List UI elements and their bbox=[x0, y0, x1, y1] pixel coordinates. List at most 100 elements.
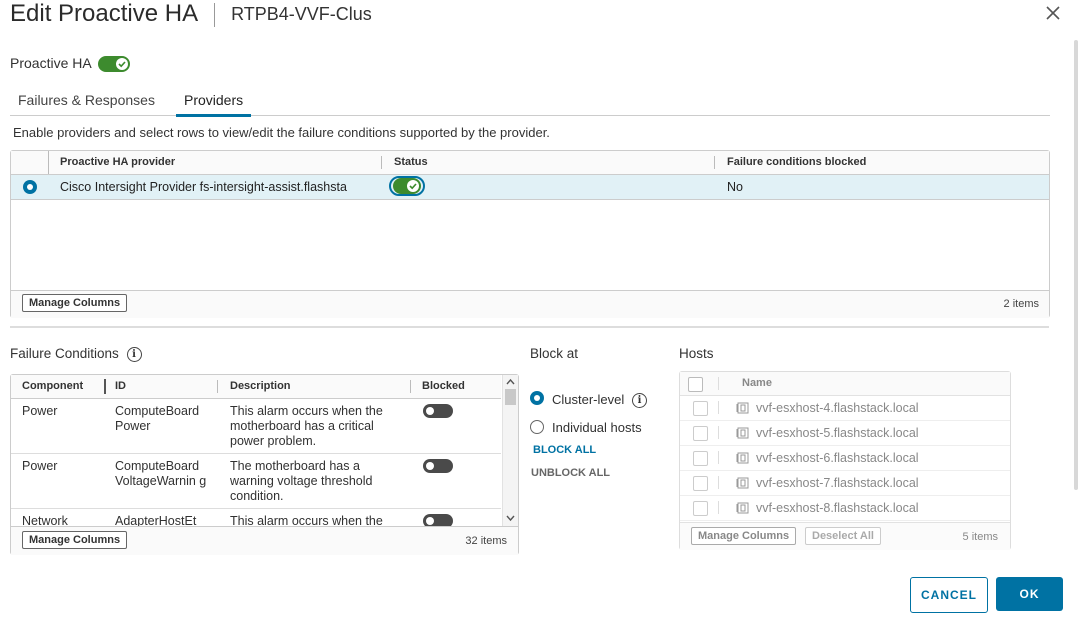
failure-description: This alarm occurs when the motherboard h… bbox=[230, 404, 383, 448]
toggle-knob bbox=[426, 462, 434, 470]
failure-conditions-scrollbar[interactable] bbox=[502, 375, 518, 526]
column-separator bbox=[718, 377, 719, 390]
close-button[interactable] bbox=[1042, 2, 1064, 24]
proactive-ha-toggle[interactable] bbox=[97, 56, 130, 73]
dialog-title: Edit Proactive HA RTPB4-VVF-Clus bbox=[10, 0, 372, 28]
table-row[interactable]: vvf-esxhost-7.flashstack.local bbox=[680, 471, 1010, 496]
column-separator bbox=[718, 476, 719, 489]
providers-grid-footer: Manage Columns 2 items bbox=[11, 290, 1049, 318]
title-separator bbox=[214, 2, 216, 27]
close-icon bbox=[1046, 6, 1060, 20]
scroll-down-icon[interactable] bbox=[506, 515, 515, 522]
column-failure-conditions-blocked[interactable]: Failure conditions blocked bbox=[727, 156, 866, 168]
table-row[interactable]: vvf-esxhost-5.flashstack.local bbox=[680, 421, 1010, 446]
scroll-thumb[interactable] bbox=[505, 389, 516, 405]
failure-id: ComputeBoard Power bbox=[115, 404, 200, 433]
ok-button[interactable]: OK bbox=[996, 577, 1063, 611]
proactive-ha-row: Proactive HA bbox=[10, 55, 130, 73]
tab-failures-responses[interactable]: Failures & Responses bbox=[18, 92, 155, 114]
host-name: vvf-esxhost-4.flashstack.local bbox=[756, 401, 919, 415]
cancel-button[interactable]: CANCEL bbox=[910, 577, 988, 613]
manage-columns-button[interactable]: Manage Columns bbox=[691, 527, 797, 545]
failure-component: Power bbox=[22, 459, 58, 473]
proactive-ha-label: Proactive HA bbox=[10, 55, 91, 71]
column-separator bbox=[718, 401, 719, 414]
column-name[interactable]: Name bbox=[742, 377, 772, 389]
check-icon bbox=[409, 183, 417, 190]
provider-row-radio[interactable] bbox=[23, 180, 37, 194]
failure-conditions-grid: Component ID Description Blocked Power C… bbox=[10, 374, 519, 555]
individual-hosts-radio[interactable] bbox=[530, 420, 544, 434]
block-all-link[interactable]: BLOCK ALL bbox=[533, 444, 596, 456]
dialog-scroll-thumb[interactable] bbox=[1074, 40, 1078, 490]
table-row[interactable]: Network AdapterHostEt This alarm occurs … bbox=[11, 509, 501, 526]
host-checkbox[interactable] bbox=[693, 451, 708, 466]
failure-blocked-toggle[interactable] bbox=[423, 404, 453, 418]
providers-grid-header: Proactive HA provider Status Failure con… bbox=[11, 151, 1049, 175]
provider-blocked-value: No bbox=[727, 180, 743, 194]
dialog-scrollbar[interactable] bbox=[1073, 30, 1079, 576]
failure-blocked-toggle[interactable] bbox=[423, 459, 453, 473]
cluster-level-radio[interactable] bbox=[530, 391, 544, 405]
host-icon bbox=[736, 402, 749, 414]
toggle-knob bbox=[426, 407, 434, 415]
deselect-all-button[interactable]: Deselect All bbox=[805, 527, 881, 545]
column-separator bbox=[410, 380, 411, 393]
section-divider bbox=[10, 326, 1049, 328]
unblock-all-link[interactable]: UNBLOCK ALL bbox=[531, 467, 610, 479]
failure-conditions-heading: Failure Conditions i bbox=[10, 346, 142, 362]
host-checkbox[interactable] bbox=[693, 476, 708, 491]
column-id[interactable]: ID bbox=[115, 380, 126, 392]
table-row[interactable]: Power ComputeBoard Power This alarm occu… bbox=[11, 399, 501, 454]
host-checkbox[interactable] bbox=[693, 426, 708, 441]
column-separator bbox=[48, 151, 49, 174]
providers-count: 2 items bbox=[1003, 298, 1039, 310]
column-description[interactable]: Description bbox=[230, 380, 291, 392]
info-icon[interactable]: i bbox=[632, 393, 647, 408]
host-checkbox[interactable] bbox=[693, 401, 708, 416]
table-row[interactable]: vvf-esxhost-4.flashstack.local bbox=[680, 396, 1010, 421]
table-row[interactable]: Power ComputeBoard VoltageWarnin g The m… bbox=[11, 454, 501, 509]
failure-description: The motherboard has a warning voltage th… bbox=[230, 459, 373, 503]
toggle-knob bbox=[407, 180, 419, 192]
hosts-grid-footer: Manage Columns Deselect All 5 items bbox=[680, 522, 1010, 550]
host-icon bbox=[736, 502, 749, 514]
scroll-up-icon[interactable] bbox=[506, 378, 515, 385]
host-name: vvf-esxhost-6.flashstack.local bbox=[756, 451, 919, 465]
column-blocked[interactable]: Blocked bbox=[422, 380, 465, 392]
column-status[interactable]: Status bbox=[394, 156, 428, 168]
host-name: vvf-esxhost-5.flashstack.local bbox=[756, 426, 919, 440]
tab-bar: Failures & Responses Providers bbox=[10, 88, 1050, 117]
hosts-grid-header: Name bbox=[680, 372, 1010, 396]
toggle-knob bbox=[115, 58, 128, 71]
column-separator bbox=[718, 426, 719, 439]
dialog-subtitle: RTPB4-VVF-Clus bbox=[231, 4, 372, 25]
table-row[interactable]: vvf-esxhost-6.flashstack.local bbox=[680, 446, 1010, 471]
column-provider[interactable]: Proactive HA provider bbox=[60, 156, 175, 168]
column-separator bbox=[714, 156, 715, 169]
failure-blocked-toggle[interactable] bbox=[423, 514, 453, 526]
block-at-label: Block at bbox=[530, 346, 579, 361]
failure-description: This alarm occurs when the bbox=[230, 514, 383, 526]
table-row[interactable]: Cisco Intersight Provider fs-intersight-… bbox=[11, 175, 1049, 200]
manage-columns-button[interactable]: Manage Columns bbox=[22, 531, 128, 549]
individual-hosts-label[interactable]: Individual hosts bbox=[552, 420, 642, 435]
host-checkbox[interactable] bbox=[693, 501, 708, 516]
failure-id: ComputeBoard VoltageWarnin g bbox=[115, 459, 207, 488]
failure-component: Network bbox=[22, 514, 68, 526]
providers-instruction: Enable providers and select rows to view… bbox=[13, 125, 550, 140]
providers-grid: Proactive HA provider Status Failure con… bbox=[10, 150, 1050, 318]
failure-conditions-footer: Manage Columns 32 items bbox=[11, 526, 518, 555]
toggle-knob bbox=[426, 517, 434, 525]
info-icon[interactable]: i bbox=[126, 346, 142, 362]
host-icon bbox=[736, 427, 749, 439]
column-component[interactable]: Component bbox=[22, 380, 83, 392]
provider-status-toggle[interactable] bbox=[389, 176, 425, 196]
cluster-level-label[interactable]: Cluster-level bbox=[552, 392, 624, 407]
table-row[interactable]: vvf-esxhost-8.flashstack.local bbox=[680, 496, 1010, 521]
manage-columns-button[interactable]: Manage Columns bbox=[22, 294, 128, 312]
failure-conditions-header: Component ID Description Blocked bbox=[11, 375, 501, 399]
failure-id: AdapterHostEt bbox=[115, 514, 197, 526]
select-all-checkbox[interactable] bbox=[688, 377, 703, 392]
tab-providers[interactable]: Providers bbox=[176, 92, 252, 117]
